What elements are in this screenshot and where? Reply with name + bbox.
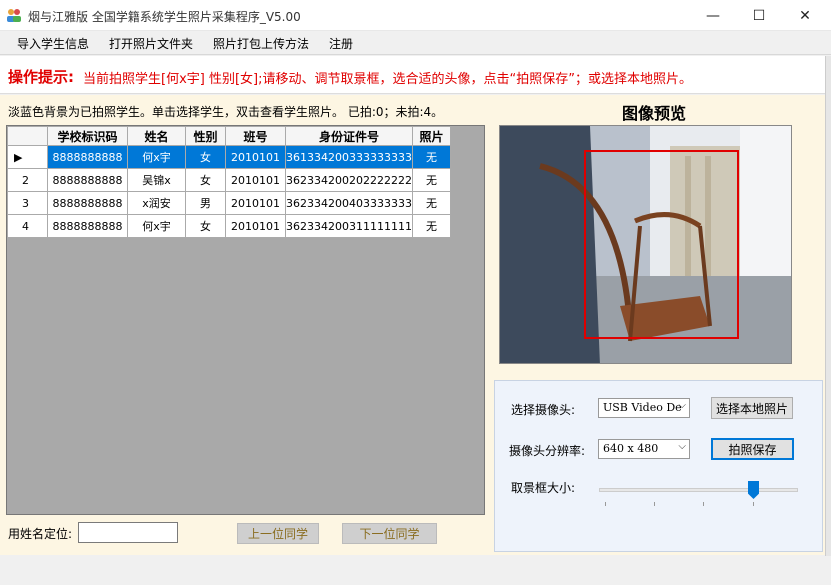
cell-name[interactable]: x润安 bbox=[127, 191, 186, 215]
camera-preview[interactable] bbox=[499, 125, 792, 364]
minimize-button[interactable]: — bbox=[690, 0, 736, 31]
camera-select[interactable]: USB Video De ⌵ bbox=[598, 398, 690, 418]
cell-name[interactable]: 何x宇 bbox=[127, 145, 186, 169]
row-number: 3 bbox=[7, 191, 48, 215]
camera-select-label: 选择摄像头: bbox=[511, 403, 576, 417]
table-header-row: 学校标识码 姓名 性别 班号 身份证件号 照片 bbox=[7, 126, 451, 146]
frame-size-slider-track[interactable] bbox=[599, 488, 798, 492]
capture-save-button[interactable]: 拍照保存 bbox=[711, 438, 794, 460]
menu-register[interactable]: 注册 bbox=[329, 35, 353, 52]
student-table: 学校标识码 姓名 性别 班号 身份证件号 照片 ▶ 8888888888 何x宇… bbox=[7, 126, 451, 238]
cell-id-number[interactable]: 362334200403333333 bbox=[285, 191, 413, 215]
cell-name[interactable]: 吴锦x bbox=[127, 168, 186, 192]
cell-gender[interactable]: 女 bbox=[185, 145, 226, 169]
camera-control-panel: 选择摄像头: USB Video De ⌵ 选择本地照片 摄像头分辨率: 640… bbox=[494, 380, 823, 552]
menu-bar: 导入学生信息 打开照片文件夹 照片打包上传方法 注册 bbox=[0, 31, 831, 55]
column-header[interactable]: 身份证件号 bbox=[285, 126, 413, 146]
window-edge bbox=[825, 56, 831, 556]
slider-tick bbox=[605, 502, 606, 506]
select-local-photo-button[interactable]: 选择本地照片 bbox=[711, 397, 793, 419]
cell-class[interactable]: 2010101 bbox=[225, 168, 286, 192]
chevron-down-icon: ⌵ bbox=[678, 441, 686, 452]
cell-gender[interactable]: 男 bbox=[185, 191, 226, 215]
cell-class[interactable]: 2010101 bbox=[225, 214, 286, 238]
row-header-corner bbox=[7, 126, 48, 146]
cell-id-number[interactable]: 361334200333333333 bbox=[285, 145, 413, 169]
chevron-down-icon: ⌵ bbox=[678, 400, 686, 411]
row-pointer-icon: ▶ bbox=[14, 150, 23, 164]
cell-photo[interactable]: 无 bbox=[411, 191, 451, 215]
column-header[interactable]: 班号 bbox=[225, 126, 286, 146]
cell-photo[interactable]: 无 bbox=[411, 168, 451, 192]
resolution-select[interactable]: 640 x 480 ⌵ bbox=[598, 439, 690, 459]
column-header[interactable]: 性别 bbox=[185, 126, 226, 146]
table-row[interactable]: 2 8888888888 吴锦x 女 2010101 3623342002022… bbox=[7, 168, 451, 192]
slider-tick bbox=[753, 502, 754, 506]
title-bar: 烟与江雅版 全国学籍系统学生照片采集程序_V5.00 — ☐ ✕ bbox=[0, 0, 831, 31]
slider-tick bbox=[703, 502, 704, 506]
cell-photo[interactable]: 无 bbox=[411, 214, 451, 238]
row-number: 2 bbox=[7, 168, 48, 192]
slider-tick bbox=[654, 502, 655, 506]
previous-student-button[interactable]: 上一位同学 bbox=[237, 523, 319, 544]
crop-frame[interactable] bbox=[584, 150, 739, 339]
cell-class[interactable]: 2010101 bbox=[225, 191, 286, 215]
student-grid[interactable]: 学校标识码 姓名 性别 班号 身份证件号 照片 ▶ 8888888888 何x宇… bbox=[6, 125, 485, 515]
hint-text: 当前拍照学生[何x宇] 性别[女];请移动、调节取景框，选合适的头像，点击“拍照… bbox=[83, 72, 692, 87]
column-header[interactable]: 照片 bbox=[411, 126, 451, 146]
cell-gender[interactable]: 女 bbox=[185, 168, 226, 192]
cell-id-number[interactable]: 362334200202222222 bbox=[285, 168, 413, 192]
app-people-icon bbox=[7, 9, 21, 22]
menu-open-photo-folder[interactable]: 打开照片文件夹 bbox=[109, 35, 193, 52]
table-row[interactable]: 3 8888888888 x润安 男 2010101 3623342004033… bbox=[7, 191, 451, 215]
table-row[interactable]: ▶ 8888888888 何x宇 女 2010101 3613342003333… bbox=[7, 145, 451, 169]
column-header[interactable]: 姓名 bbox=[127, 126, 186, 146]
preview-title: 图像预览 bbox=[622, 104, 687, 123]
window-title: 烟与江雅版 全国学籍系统学生照片采集程序_V5.00 bbox=[28, 10, 301, 24]
locate-by-name-label: 用姓名定位: bbox=[8, 527, 73, 541]
cell-school-id[interactable]: 8888888888 bbox=[47, 191, 128, 215]
cell-id-number[interactable]: 362334200311111111 bbox=[285, 214, 413, 238]
cell-class[interactable]: 2010101 bbox=[225, 145, 286, 169]
menu-import-students[interactable]: 导入学生信息 bbox=[17, 35, 89, 52]
main-area: 淡蓝色背景为已拍照学生。单击选择学生，双击查看学生照片。 已拍:0；未拍:4。 … bbox=[0, 95, 825, 555]
cell-school-id[interactable]: 8888888888 bbox=[47, 214, 128, 238]
hint-label: 操作提示: bbox=[8, 68, 74, 86]
current-row-indicator: ▶ bbox=[7, 145, 48, 169]
cell-gender[interactable]: 女 bbox=[185, 214, 226, 238]
resolution-label: 摄像头分辨率: bbox=[509, 444, 586, 458]
cell-name[interactable]: 何x宇 bbox=[127, 214, 186, 238]
menu-pack-upload-method[interactable]: 照片打包上传方法 bbox=[213, 35, 309, 52]
cell-school-id[interactable]: 8888888888 bbox=[47, 145, 128, 169]
frame-size-label: 取景框大小: bbox=[511, 481, 576, 495]
column-header[interactable]: 学校标识码 bbox=[47, 126, 128, 146]
close-button[interactable]: ✕ bbox=[782, 0, 828, 31]
maximize-button[interactable]: ☐ bbox=[736, 0, 782, 31]
name-search-input[interactable] bbox=[78, 522, 178, 543]
row-number: 4 bbox=[7, 214, 48, 238]
frame-size-slider-thumb[interactable] bbox=[748, 481, 759, 499]
status-note: 淡蓝色背景为已拍照学生。单击选择学生，双击查看学生照片。 已拍:0；未拍:4。 bbox=[8, 105, 444, 119]
hint-bar: 操作提示: 当前拍照学生[何x宇] 性别[女];请移动、调节取景框，选合适的头像… bbox=[0, 56, 825, 94]
cell-school-id[interactable]: 8888888888 bbox=[47, 168, 128, 192]
table-row[interactable]: 4 8888888888 何x宇 女 2010101 3623342003111… bbox=[7, 214, 451, 238]
cell-photo[interactable]: 无 bbox=[411, 145, 451, 169]
next-student-button[interactable]: 下一位同学 bbox=[342, 523, 437, 544]
